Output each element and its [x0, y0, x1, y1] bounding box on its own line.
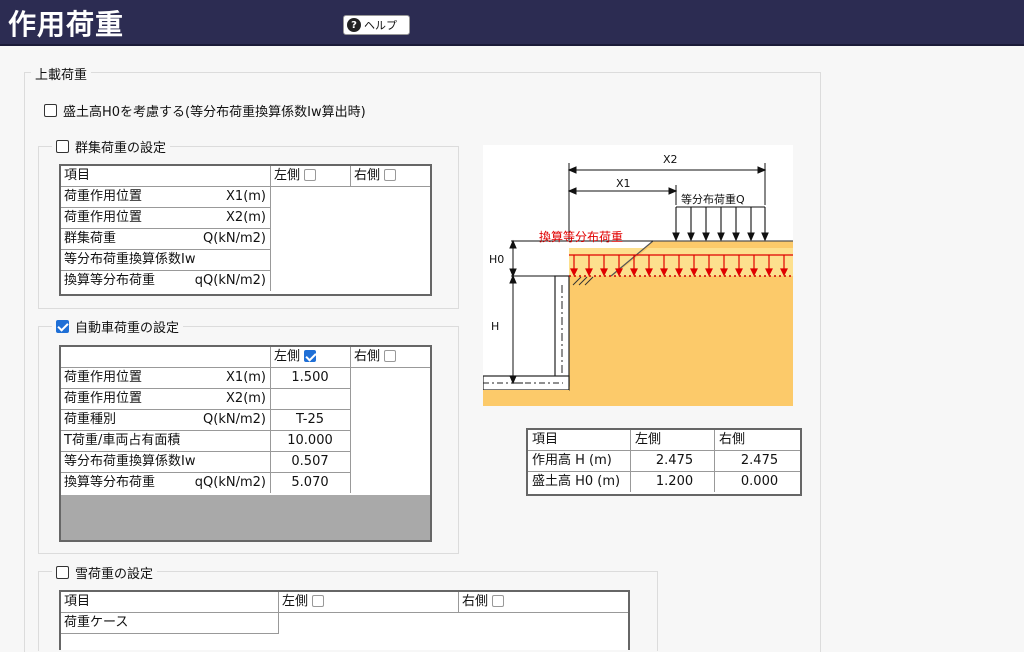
table-row: 荷重種別 Q(kN/m2) T-25 [61, 410, 351, 431]
load-diagram: X2 X1 等分布荷重Q 換算等分布荷重 H0 H [483, 145, 793, 406]
question-circle-icon: ? [347, 18, 361, 32]
crowd-left-checkbox[interactable] [304, 169, 317, 181]
vehicle-left-value[interactable]: 10.000 [271, 431, 351, 451]
base-soil [483, 390, 569, 406]
crowd-right-checkbox[interactable] [384, 169, 397, 181]
vehicle-left-value: 0.507 [271, 452, 351, 472]
header-left: 左側 [271, 347, 351, 367]
vehicle-left-value: 5.070 [271, 473, 351, 493]
results-table: 項目 左側 右側 作用高 H (m) 2.475 2.475 盛土高 H0 (m… [526, 428, 802, 496]
help-label: ヘルプ [364, 19, 397, 32]
vehicle-left-checkbox[interactable] [304, 350, 317, 362]
h0-label: H0 [489, 253, 504, 266]
consider-fill-checkbox-box[interactable] [44, 104, 57, 117]
table-row: 換算等分布荷重 qQ(kN/m2) 5.070 [61, 473, 351, 494]
table-header-row: 項目 左側 右側 [61, 166, 430, 187]
snow-left-checkbox[interactable] [312, 595, 325, 607]
uniform-load-label: 等分布荷重Q [681, 192, 745, 206]
table-header-row: 項目 左側 右側 [61, 592, 628, 613]
table-row: 群集荷重 Q(kN/m2) [61, 229, 271, 250]
vehicle-load-legend[interactable]: 自動車荷重の設定 [52, 317, 184, 336]
header-item: 項目 [61, 166, 271, 186]
table-row: 荷重作用位置 X2(m) [61, 208, 271, 229]
table-row: 盛土高 H0 (m) 1.200 0.000 [528, 472, 800, 493]
crowd-load-legend[interactable]: 群集荷重の設定 [52, 137, 171, 156]
table-row: 等分布荷重換算係数Iw [61, 250, 271, 271]
snow-load-legend[interactable]: 雪荷重の設定 [52, 563, 158, 582]
crowd-load-table: 項目 左側 右側 荷重作用位置 X1(m) 荷重作用位置 X2(m) 群集荷重 Q(k… [59, 164, 432, 296]
table-row: 荷重作用位置 X2(m) [61, 389, 351, 410]
crowd-load-checkbox[interactable] [56, 140, 69, 153]
consider-fill-label: 盛土高H0を考慮する(等分布荷重換算係数Iw算出時) [63, 105, 366, 120]
x1-label: X1 [616, 177, 631, 190]
vehicle-left-value[interactable]: T-25 [271, 410, 351, 430]
table-header-row: 左側 右側 [61, 347, 430, 368]
page-title: 作用荷重 [8, 8, 125, 41]
snow-right-checkbox[interactable] [492, 595, 505, 607]
header-left: 左側 [271, 166, 351, 186]
help-button[interactable]: ? ヘルプ [343, 15, 410, 35]
table-row: 荷重ケース [61, 613, 279, 634]
table-row: 荷重作用位置 X1(m) 1.500 [61, 368, 351, 389]
header-right: 右側 [351, 347, 430, 367]
snow-load-checkbox[interactable] [56, 566, 69, 579]
h-label: H [491, 320, 499, 333]
vehicle-left-value[interactable] [271, 389, 351, 409]
table-header-row: 項目 左側 右側 [528, 430, 800, 451]
surcharge-legend: 上載荷重 [31, 64, 92, 83]
snow-load-table: 項目 左側 右側 荷重ケース [59, 590, 630, 650]
table-row: 作用高 H (m) 2.475 2.475 [528, 451, 800, 472]
vehicle-load-table: 左側 右側 荷重作用位置 X1(m) 1.500 荷重作用位置 X2(m) 荷重種別… [59, 345, 432, 542]
consider-fill-checkbox[interactable]: 盛土高H0を考慮する(等分布荷重換算係数Iw算出時) [44, 101, 366, 120]
vehicle-left-value[interactable]: 1.500 [271, 368, 351, 388]
vehicle-load-checkbox[interactable] [56, 320, 69, 333]
title-bar: 作用荷重 ? ヘルプ [0, 0, 1024, 46]
converted-load-label: 換算等分布荷重 [539, 229, 623, 244]
table-row: 換算等分布荷重 qQ(kN/m2) [61, 271, 271, 292]
header-right: 右側 [351, 166, 430, 186]
table-row: T荷重/車両占有面積 10.000 [61, 431, 351, 452]
table-empty-area [61, 495, 430, 540]
table-row: 荷重作用位置 X1(m) [61, 187, 271, 208]
x2-label: X2 [663, 153, 678, 166]
vehicle-right-checkbox[interactable] [384, 350, 397, 362]
table-row: 等分布荷重換算係数Iw 0.507 [61, 452, 351, 473]
